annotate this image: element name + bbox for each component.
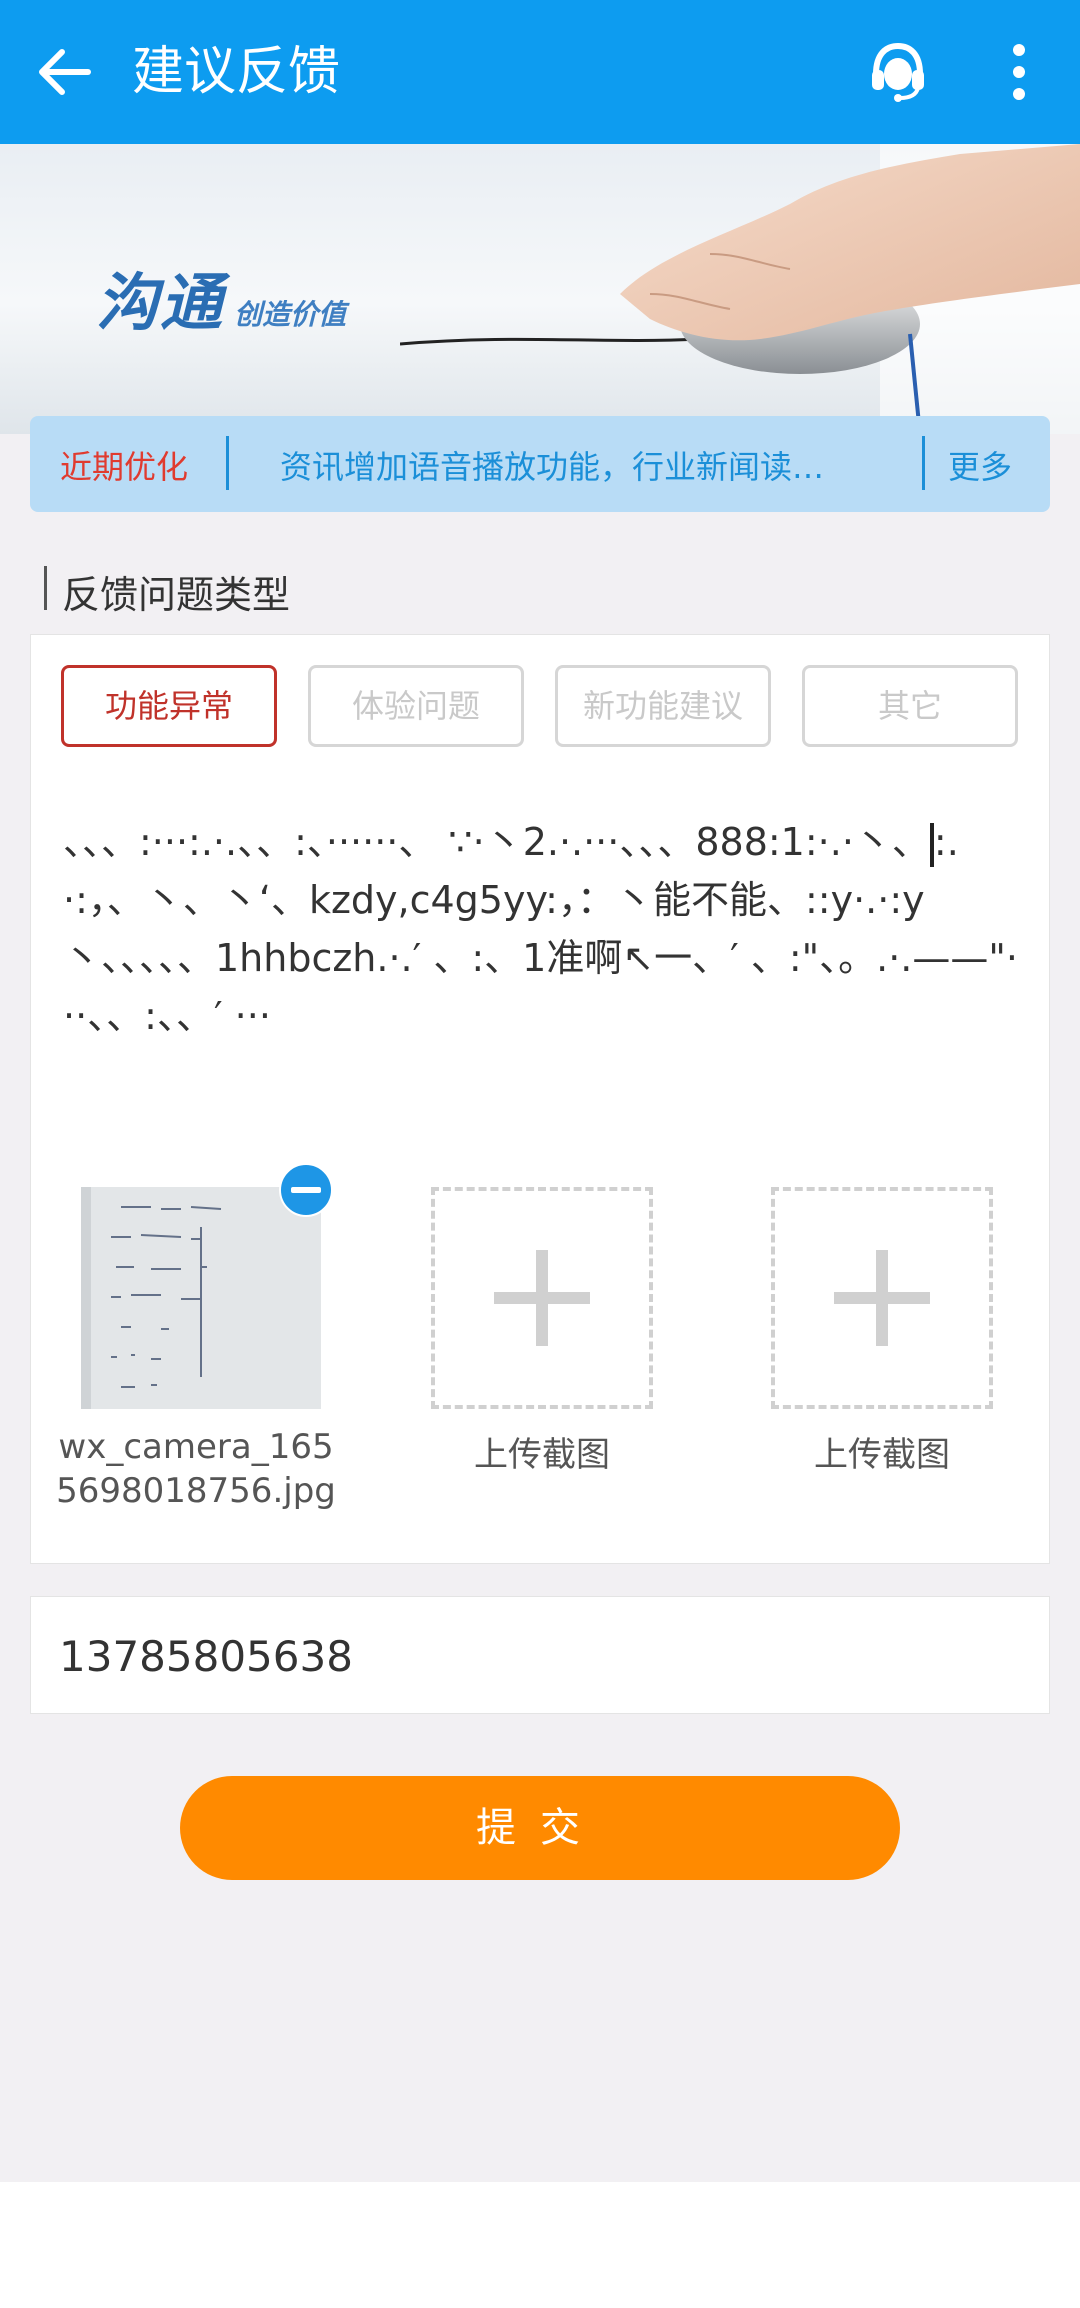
section-title-bar: [44, 566, 47, 610]
type-button-other[interactable]: 其它: [802, 665, 1018, 747]
uploaded-image-filename: wx_camera_1655698018756.jpg: [56, 1427, 336, 1511]
type-button-new-feature[interactable]: 新功能建议: [555, 665, 771, 747]
minus-circle-icon: [279, 1163, 333, 1217]
remove-image-button[interactable]: [279, 1163, 333, 1217]
back-button[interactable]: [30, 36, 102, 108]
notice-bar[interactable]: 近期优化 资讯增加语音播放功能，行业新闻读… 更多: [30, 416, 1050, 512]
type-button-experience[interactable]: 体验问题: [308, 665, 524, 747]
type-button-function-error[interactable]: 功能异常: [61, 665, 277, 747]
submit-button[interactable]: 提交: [180, 1776, 900, 1880]
upload-screenshot-label-2: 上传截图: [814, 1435, 950, 1475]
upload-screenshot-slot-1[interactable]: [431, 1187, 653, 1409]
more-vertical-icon: [1013, 44, 1025, 100]
notice-divider: [922, 436, 925, 490]
page-title: 建议反馈: [132, 42, 341, 102]
app-bar: 建议反馈: [0, 0, 1080, 144]
notice-divider: [226, 436, 229, 490]
banner-image: 沟通 创造价值: [0, 144, 1080, 434]
contact-box: [30, 1596, 1050, 1714]
arrow-left-icon: [39, 49, 91, 95]
banner-logo: 沟通 创造价值: [96, 252, 346, 342]
customer-service-button[interactable]: [862, 36, 934, 108]
banner-logo-main: 沟通: [96, 266, 225, 339]
customer-service-icon: [872, 42, 924, 102]
notice-text[interactable]: 资讯增加语音播放功能，行业新闻读…: [280, 442, 920, 488]
plus-icon: [494, 1250, 590, 1346]
feedback-text-before: 、、、:···:.·.、、:、······、 ∵·丶2.·.···、、、888:…: [63, 820, 930, 864]
feedback-card: 功能异常 体验问题 新功能建议 其它 、、、:···:.·.、、:、······…: [30, 634, 1050, 1564]
banner-logo-sub: 创造价值: [234, 298, 347, 331]
uploaded-image-thumbnail[interactable]: [81, 1187, 321, 1409]
bottom-area: [0, 2182, 1080, 2308]
notice-more-link[interactable]: 更多: [948, 442, 1012, 488]
upload-screenshot-slot-2[interactable]: [771, 1187, 993, 1409]
feedback-textarea[interactable]: 、、、:···:.·.、、:、······、 ∵·丶2.·.···、、、888:…: [63, 813, 1023, 1045]
section-title: 反馈问题类型: [62, 573, 291, 617]
more-options-button[interactable]: [998, 36, 1040, 108]
paper-photo: [81, 1187, 321, 1409]
hand-mouse-illustration: [400, 144, 1080, 434]
phone-input[interactable]: [59, 1621, 999, 1691]
upload-screenshot-label-1: 上传截图: [474, 1435, 610, 1475]
notice-label: 近期优化: [60, 448, 189, 486]
plus-icon: [834, 1250, 930, 1346]
